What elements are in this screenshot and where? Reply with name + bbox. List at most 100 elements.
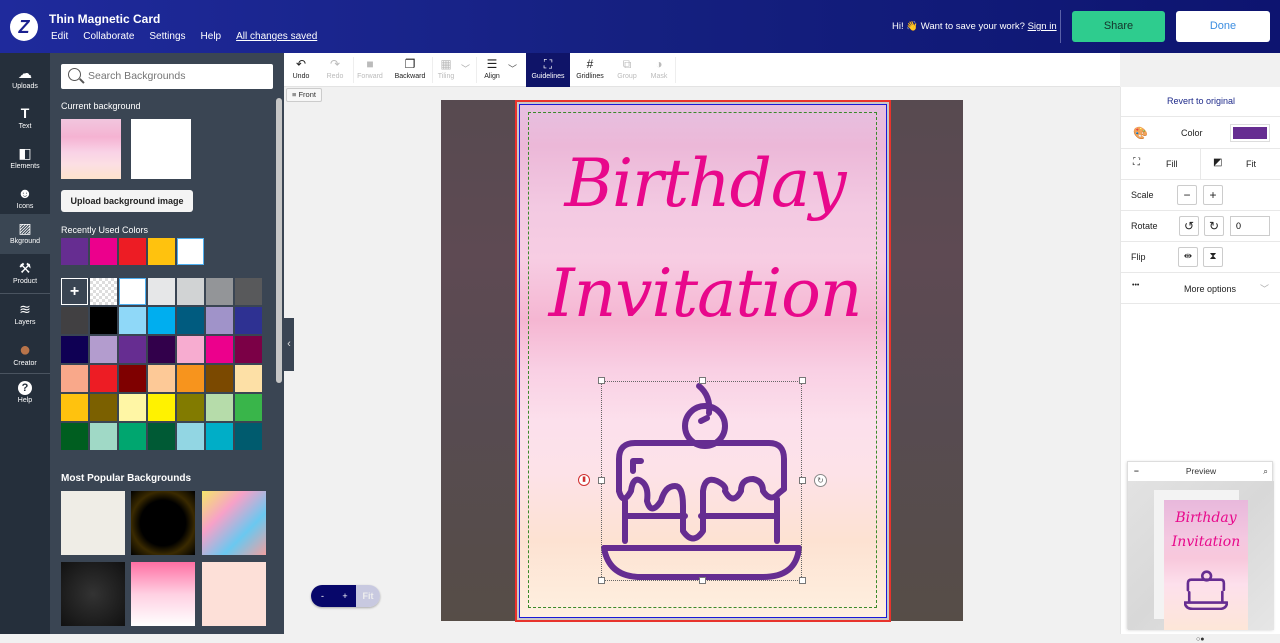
undo-button[interactable]: ↶ Undo [286,53,316,87]
palette-color-swatch[interactable] [90,365,117,392]
flip-vertical-button[interactable]: ⧗ [1203,247,1223,267]
align-chevron-down-icon[interactable]: ﹀ [508,62,517,75]
rotate-handle-icon[interactable]: ↻ [814,474,827,487]
recent-color-swatch[interactable] [61,238,88,265]
panel-scrollbar[interactable] [276,98,282,383]
title-text-birthday[interactable]: Birthday [519,145,891,222]
palette-color-swatch[interactable] [148,307,175,334]
background-thumb-gold-sparkle[interactable] [131,491,195,555]
sidebar-item-help[interactable]: ? Help [0,375,50,415]
sidebar-item-creator[interactable]: ● Creator [0,336,50,376]
scale-down-button[interactable]: − [1177,185,1197,205]
palette-color-swatch[interactable] [119,278,146,305]
palette-color-swatch[interactable] [119,394,146,421]
add-color-button[interactable]: + [61,278,88,305]
current-background-watercolor[interactable] [61,119,121,179]
palette-color-swatch[interactable] [177,336,204,363]
preview-image[interactable]: Birthday Invitation ○● [1128,481,1274,643]
palette-color-swatch[interactable] [148,336,175,363]
palette-color-swatch[interactable] [119,336,146,363]
palette-color-swatch[interactable] [61,423,88,450]
sidebar-item-layers[interactable]: ≋ Layers [0,295,50,335]
palette-color-swatch[interactable] [177,278,204,305]
resize-handle-e[interactable] [799,477,806,484]
zoom-in-button[interactable]: + [334,585,356,607]
recent-color-swatch[interactable] [177,238,204,265]
palette-color-swatch[interactable] [235,307,262,334]
zoom-preview-icon[interactable]: ⌕ [1263,462,1268,481]
palette-color-swatch[interactable] [148,365,175,392]
menu-settings[interactable]: Settings [149,31,185,42]
preview-page-dots[interactable]: ○● [1196,636,1204,643]
current-background-white[interactable] [131,119,191,179]
fit-button[interactable]: ◩ Fit [1201,149,1280,179]
palette-color-swatch[interactable] [90,394,117,421]
recent-color-swatch[interactable] [148,238,175,265]
sidebar-item-text[interactable]: T Text [0,99,50,139]
sidebar-item-uploads[interactable]: ☁ Uploads [0,59,50,99]
palette-color-swatch[interactable] [177,365,204,392]
share-button[interactable]: Share [1072,11,1165,42]
title-text-invitation[interactable]: Invitation [519,255,891,332]
palette-color-swatch[interactable] [206,336,233,363]
palette-color-swatch[interactable] [206,307,233,334]
gridlines-button[interactable]: # Gridlines [573,53,607,87]
transparent-swatch[interactable] [90,278,117,305]
resize-handle-sw[interactable] [598,577,605,584]
done-button[interactable]: Done [1176,11,1270,42]
background-thumb-black[interactable] [61,562,125,626]
palette-color-swatch[interactable] [177,423,204,450]
palette-color-swatch[interactable] [206,365,233,392]
menu-help[interactable]: Help [201,31,222,42]
rotate-left-button[interactable]: ↺ [1179,216,1199,236]
recent-color-swatch[interactable] [90,238,117,265]
resize-handle-n[interactable] [699,377,706,384]
group-button[interactable]: ⧉ Group [614,53,640,87]
forward-button[interactable]: ■ Forward [354,53,386,87]
menu-collaborate[interactable]: Collaborate [83,31,134,42]
palette-color-swatch[interactable] [61,365,88,392]
menu-edit[interactable]: Edit [51,31,68,42]
search-backgrounds[interactable] [61,64,273,89]
sidebar-item-elements[interactable]: ◧ Elements [0,139,50,179]
palette-color-swatch[interactable] [119,365,146,392]
palette-color-swatch[interactable] [90,423,117,450]
resize-handle-se[interactable] [799,577,806,584]
revert-to-original-button[interactable]: Revert to original [1121,87,1280,117]
resize-handle-w[interactable] [598,477,605,484]
more-options-button[interactable]: ••• More options ﹀ [1121,273,1280,304]
rotate-angle-input[interactable] [1230,216,1270,236]
align-button[interactable]: ☰ Align [480,53,504,87]
palette-color-swatch[interactable] [235,365,262,392]
palette-color-swatch[interactable] [61,307,88,334]
palette-color-swatch[interactable] [148,278,175,305]
palette-color-swatch[interactable] [235,394,262,421]
flip-horizontal-button[interactable]: ⇹ [1178,247,1198,267]
zazzle-logo[interactable]: Z [10,13,38,41]
palette-color-swatch[interactable] [235,423,262,450]
backward-button[interactable]: ❐ Backward [392,53,428,87]
tiling-button[interactable]: ▦ Tiling [434,53,458,87]
redo-button[interactable]: ↷ Redo [320,53,350,87]
tiling-chevron-down-icon[interactable]: ﹀ [461,62,470,75]
background-thumb-pink-stars[interactable] [131,562,195,626]
palette-color-swatch[interactable] [177,307,204,334]
background-thumb-paper[interactable] [61,491,125,555]
sidebar-item-product[interactable]: ⚒ Product [0,254,50,294]
resize-handle-nw[interactable] [598,377,605,384]
recent-color-swatch[interactable] [119,238,146,265]
palette-color-swatch[interactable] [61,394,88,421]
palette-color-swatch[interactable] [206,278,233,305]
resize-handle-ne[interactable] [799,377,806,384]
palette-color-swatch[interactable] [90,307,117,334]
scale-up-button[interactable]: + [1203,185,1223,205]
palette-color-swatch[interactable] [90,336,117,363]
guidelines-button[interactable]: ⛶ Guidelines [526,53,570,87]
palette-color-swatch[interactable] [148,394,175,421]
palette-color-swatch[interactable] [177,394,204,421]
zoom-out-button[interactable]: - [311,585,334,607]
rotate-right-button[interactable]: ↻ [1204,216,1224,236]
resize-handle-s[interactable] [699,577,706,584]
upload-background-button[interactable]: Upload background image [61,190,193,212]
front-side-tab[interactable]: ≡ Front [286,88,322,102]
